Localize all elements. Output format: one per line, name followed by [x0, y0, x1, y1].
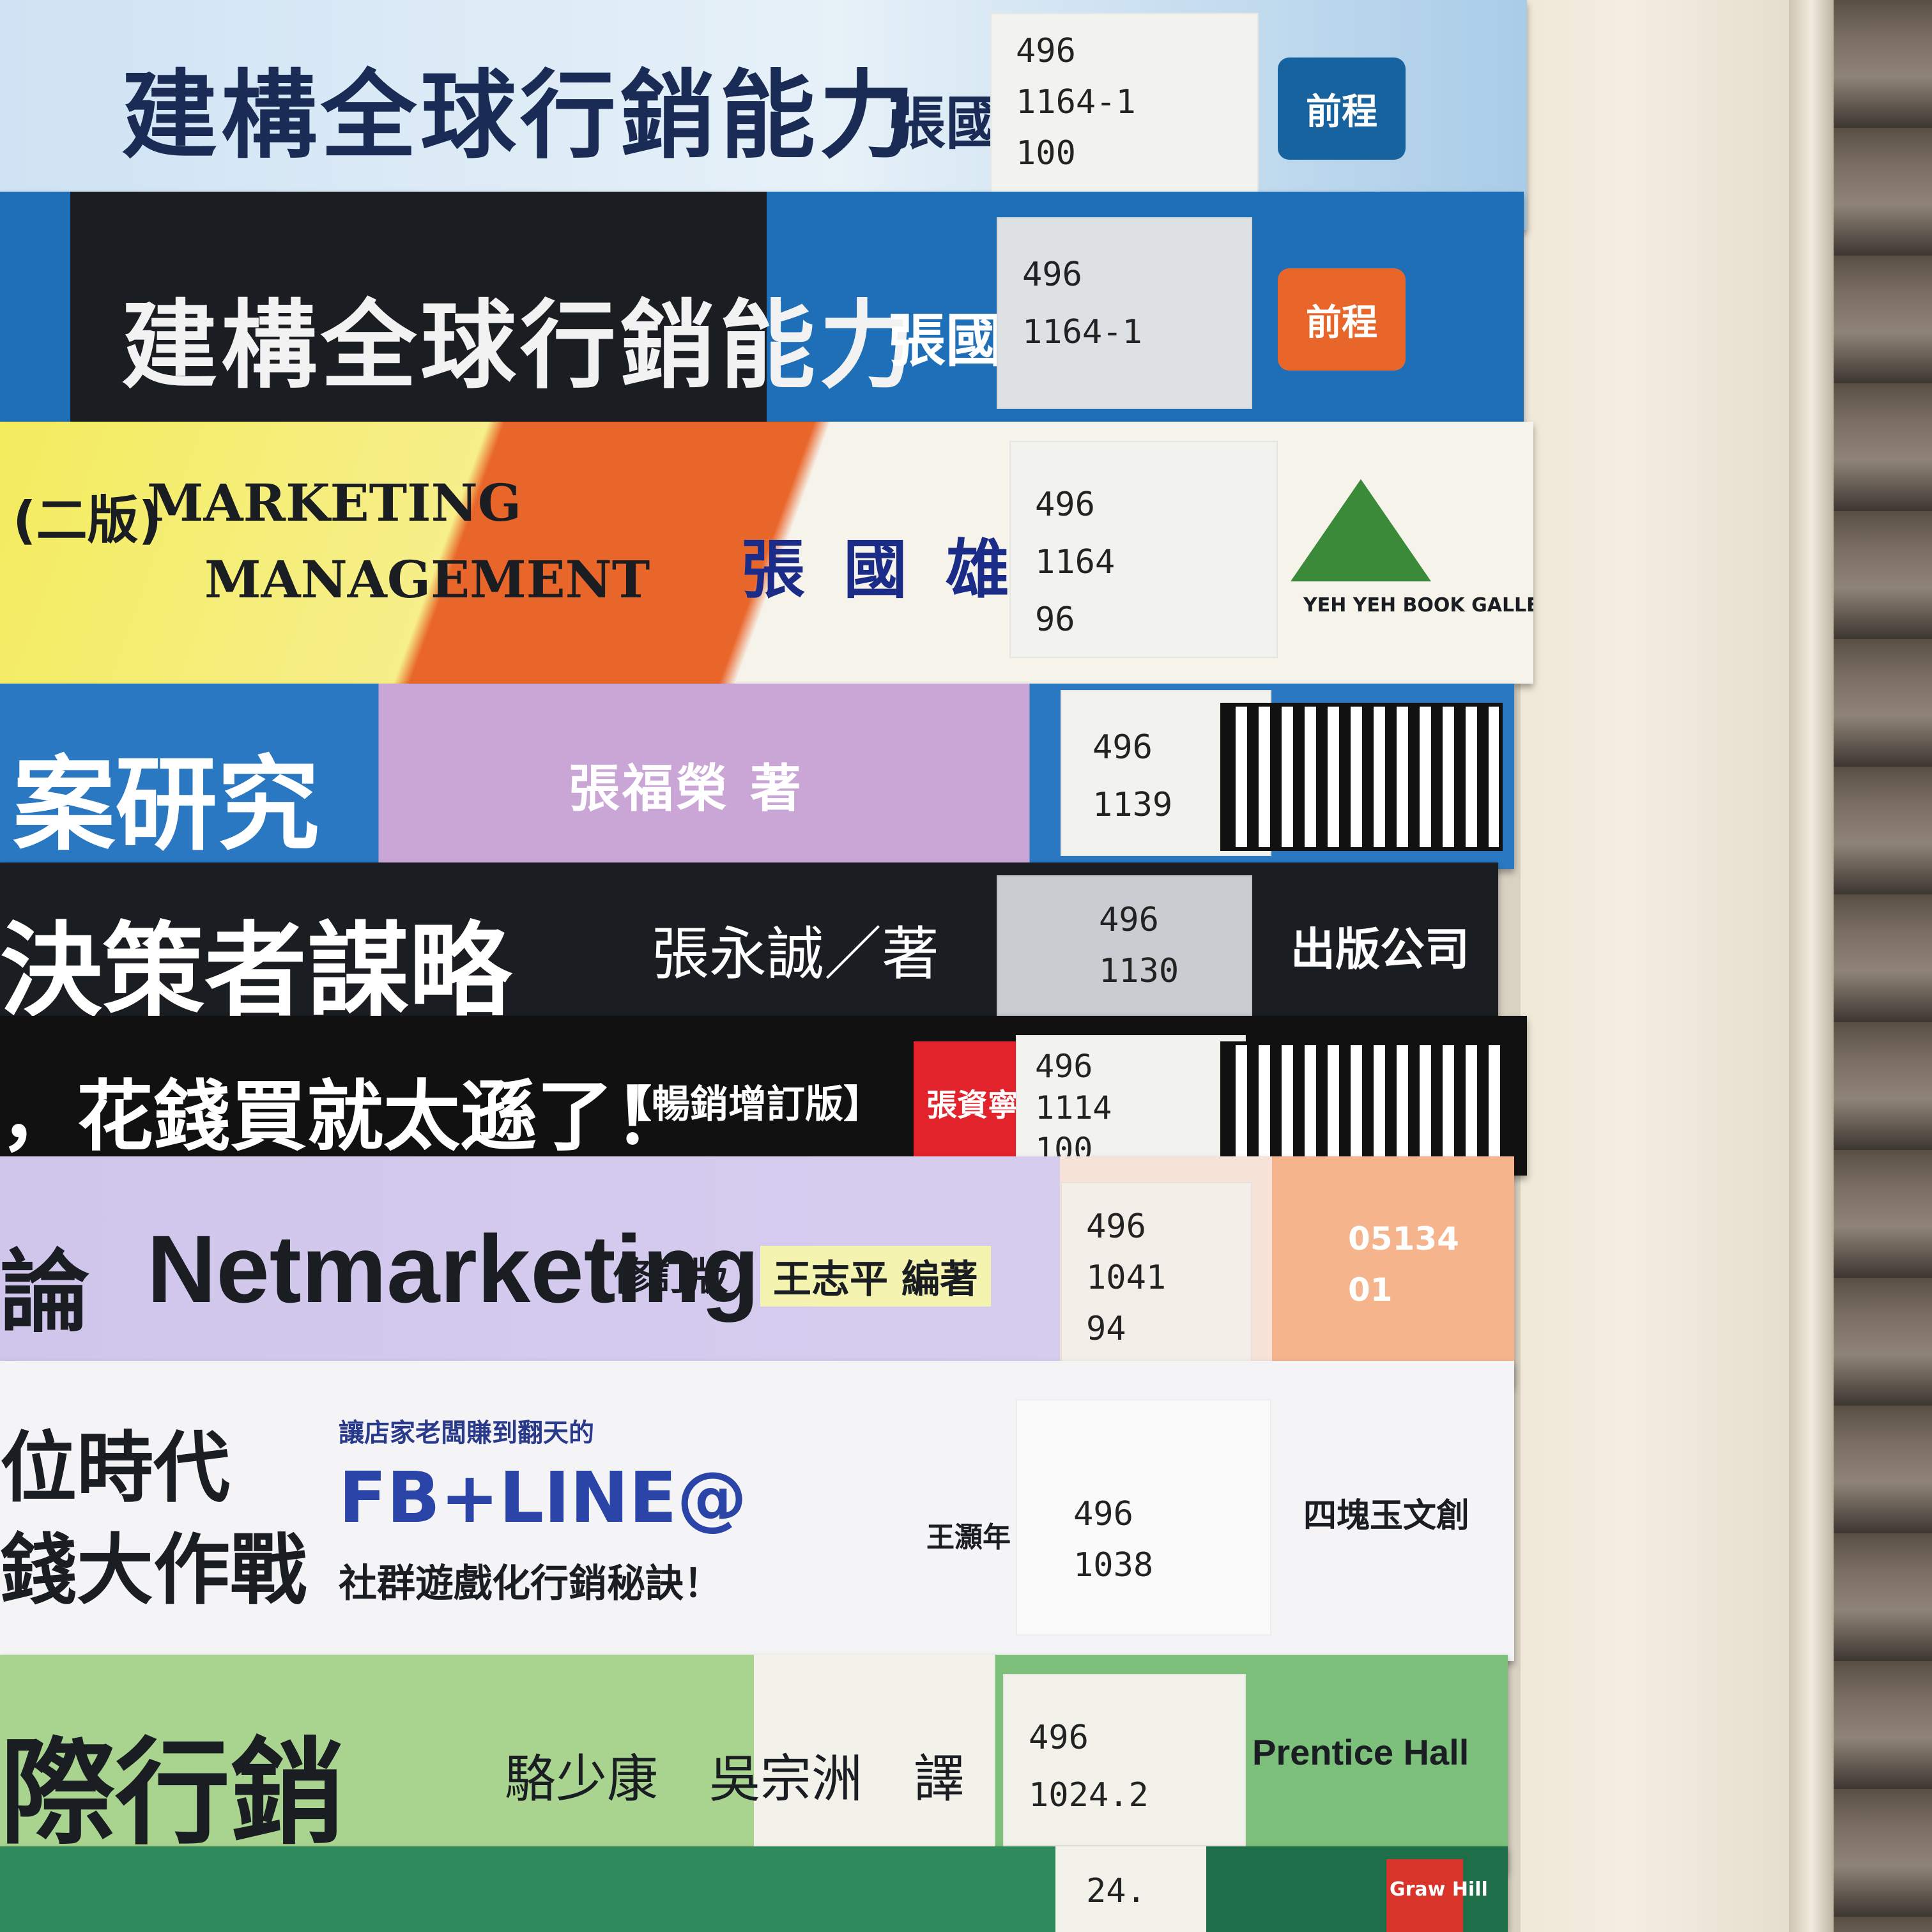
call-number-cutter: 1164: [1035, 543, 1116, 581]
qr-code: [1220, 1041, 1515, 1164]
publisher-name: Prentice Hall: [1252, 1732, 1469, 1772]
book-edition: 修訂版: [613, 1255, 728, 1300]
publisher-logo: 前程: [1278, 268, 1406, 371]
call-number-class: 496: [1016, 32, 1076, 70]
book-author: 駱少康 吳宗洲 譯: [505, 1749, 965, 1809]
book-fb-line: 位時代 錢大作戰 讓店家老闆賺到翻天的 FB+LINE@ 社群遊戲化行銷秘訣！ …: [0, 1361, 1514, 1661]
book-title: 位時代: [0, 1424, 230, 1513]
publisher-name: 前程: [1306, 91, 1377, 133]
publisher-name: 前程: [1306, 302, 1377, 344]
background-shelf: [1834, 0, 1932, 1932]
call-number-class: 496: [1022, 256, 1082, 294]
book-title: 際行銷: [0, 1727, 346, 1860]
call-number-cutter: 1114: [1035, 1089, 1112, 1126]
call-number-label: 496 1024.2: [1003, 1674, 1246, 1846]
book-title: 案研究: [13, 745, 320, 864]
call-number-label: 496 1164-1: [997, 217, 1252, 409]
call-number-label: 496 1130: [997, 875, 1252, 1016]
book-bottom: 24. Graw Hill: [0, 1846, 1508, 1932]
call-number-label: 496 1114 100: [1016, 1035, 1246, 1169]
barcode-label-line2: 01: [1348, 1271, 1393, 1308]
book-title-en-line2: MANAGEMENT: [204, 549, 650, 610]
call-number-cutter: 1130: [1099, 952, 1179, 990]
book-author: 王灝年: [926, 1521, 1011, 1554]
publisher-name: Graw Hill: [1390, 1878, 1488, 1901]
publisher-name: 出版公司: [1291, 923, 1469, 976]
book-spend-money: ，花錢買就太遜了！ 【暢銷增訂版】 張資寧 496 1114 100: [0, 1016, 1527, 1176]
publisher-name: YEH YEH BOOK GALLERY: [1303, 594, 1533, 617]
book-title: ，花錢買就太遜了！: [0, 1073, 690, 1162]
publisher-logo: [1291, 479, 1431, 581]
call-number-label: 496 1164 96: [1009, 441, 1278, 658]
book-author: 張國雄: [741, 532, 1048, 607]
call-number-cutter: 1041: [1086, 1259, 1167, 1297]
call-number-class: 496: [1035, 1048, 1093, 1085]
call-number-class: 496: [1092, 728, 1153, 767]
barcode-label-line1: 05134: [1348, 1220, 1459, 1257]
book-author: 張福榮 著: [569, 759, 804, 818]
bookshelf-board: [1521, 0, 1789, 1932]
book-title-line2: 錢大作戰: [0, 1526, 307, 1615]
book-author: 張資寧: [926, 1087, 1019, 1123]
call-number-cutter: 1139: [1092, 786, 1173, 824]
book-international-marketing: 際行銷 駱少康 吳宗洲 譯 496 1024.2 Prentice Hall: [0, 1655, 1508, 1872]
book-marketing-management: (二版) MARKETING MANAGEMENT 張國雄 496 1164 9…: [0, 422, 1533, 684]
bookshelf-edge: [1789, 0, 1834, 1932]
book-author: 張國: [888, 90, 1003, 157]
call-number-cutter: 1164-1: [1022, 313, 1142, 351]
book-author: 張國: [888, 307, 1003, 374]
qr-code: [1220, 703, 1503, 851]
book-edition: (二版): [13, 491, 162, 550]
call-number-cutter: 1024.2: [1029, 1776, 1149, 1814]
book-subtitle: 【暢銷增訂版】: [613, 1082, 882, 1127]
book-case-study: 案研究 張福榮 著 496 1139: [0, 684, 1514, 869]
call-number-year: 100: [1016, 134, 1076, 172]
book-subtitle: 社群遊戲化行銷秘訣！: [339, 1561, 722, 1606]
call-number-cutter: 1164-1: [1016, 83, 1136, 121]
call-number-fragment: 24.: [1086, 1872, 1146, 1910]
book-title-en-line1: MARKETING: [147, 473, 522, 533]
book-global-marketing-2: 建構全球行銷能力 張國 496 1164-1 前程: [0, 192, 1524, 434]
book-tagline: 讓店家老闆賺到翻天的: [339, 1418, 594, 1448]
call-number-label: 496 1164-1 100: [990, 13, 1259, 204]
call-number-year: 96: [1035, 601, 1075, 639]
book-netmarketing: 論 Netmarketing 修訂版 王志平 編著 496 1041 94 05…: [0, 1156, 1514, 1386]
call-number-class: 496: [1029, 1719, 1089, 1757]
publisher-logo: 前程: [1278, 57, 1406, 160]
book-title-zh: 論: [0, 1241, 90, 1345]
book-title: 決策者謀略: [0, 911, 512, 1022]
publisher-name: 四塊玉文創: [1303, 1497, 1470, 1535]
book-author: 張永誠／著: [652, 921, 939, 988]
book-author: 王志平 編著: [760, 1246, 991, 1307]
call-number-class: 496: [1035, 486, 1095, 524]
call-number-label: 496 1041 94: [1061, 1182, 1252, 1367]
call-number-label: 496 1038: [1016, 1399, 1271, 1636]
book-decision-strategy: 決策者謀略 張永誠／著 496 1130 出版公司: [0, 862, 1498, 1022]
call-number-year: 94: [1086, 1310, 1126, 1348]
call-number-class: 496: [1099, 901, 1159, 939]
book-title: 建構全球行銷能力: [121, 291, 919, 402]
book-title: 建構全球行銷能力: [121, 61, 919, 172]
call-number-class: 496: [1086, 1208, 1146, 1246]
brand-title: FB+LINE@: [339, 1457, 747, 1538]
call-number-cutter: 1038: [1073, 1546, 1154, 1584]
call-number-class: 496: [1073, 1495, 1133, 1533]
